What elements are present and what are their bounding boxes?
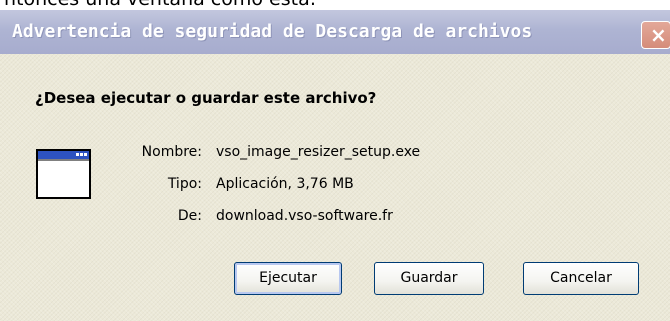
name-label: Nombre: — [141, 144, 202, 160]
run-button[interactable]: Ejecutar — [234, 262, 342, 295]
save-button[interactable]: Guardar — [374, 262, 484, 295]
type-value: Aplicación, 3,76 MB — [216, 176, 354, 192]
application-window-icon — [36, 149, 91, 199]
dialog-title: Advertencia de seguridad de Descarga de … — [12, 21, 533, 42]
dialog-question: ¿Desea ejecutar o guardar este archivo? — [35, 89, 377, 107]
dialog-titlebar[interactable]: Advertencia de seguridad de Descarga de … — [0, 10, 670, 54]
download-security-dialog: Advertencia de seguridad de Descarga de … — [0, 10, 670, 321]
cancel-button[interactable]: Cancelar — [523, 262, 639, 295]
from-value: download.vso-software.fr — [216, 208, 393, 224]
from-label: De: — [177, 208, 202, 224]
type-label: Tipo: — [167, 176, 202, 192]
page: ntonces una ventana como ésta: Advertenc… — [0, 0, 670, 321]
name-value: vso_image_resizer_setup.exe — [216, 144, 421, 160]
close-icon: × — [650, 23, 667, 47]
close-button[interactable]: × — [641, 21, 670, 49]
caption-text: ntonces una ventana como ésta: — [0, 0, 670, 9]
